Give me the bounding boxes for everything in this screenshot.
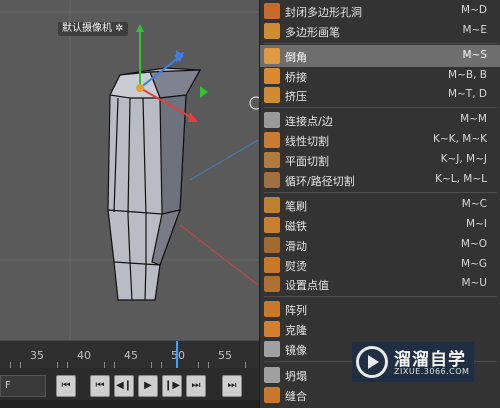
- camera-label[interactable]: 默认摄像机 ✲: [58, 22, 128, 36]
- menu-item-polygon-pen[interactable]: 多边形画笔 M~E: [260, 20, 500, 42]
- menu-item-shortcut: M~E: [462, 24, 488, 36]
- watermark-subtitle: ZIXUE.3066.COM: [394, 367, 470, 376]
- tick-label: 55: [218, 349, 232, 362]
- menu-item-set-point-value[interactable]: 设置点值 M~U: [260, 273, 500, 295]
- go-to-start-button[interactable]: ⏮: [56, 375, 76, 397]
- menu-separator: [264, 107, 497, 108]
- menu-item-magnet[interactable]: 磁铁 M~I: [260, 214, 500, 236]
- connect-icon: [264, 112, 280, 128]
- menu-item-extrude[interactable]: 挤压 M~T, D: [260, 84, 500, 106]
- next-key-button[interactable]: ⏭: [186, 375, 206, 397]
- menu-item-label: 倒角: [285, 51, 307, 64]
- plane-cut-icon: [264, 152, 280, 168]
- menu-item-shortcut: M~O: [460, 238, 487, 250]
- menu-item-label: 熨烫: [285, 260, 307, 273]
- status-bar: [0, 400, 262, 408]
- previous-frame-button[interactable]: ◀❙: [114, 375, 134, 397]
- helper-line-red: [179, 224, 259, 286]
- menu-item-shortcut: M~D: [461, 4, 487, 16]
- clone-icon: [264, 321, 280, 337]
- watermark: 溜溜自学 ZIXUE.3066.COM: [352, 342, 474, 382]
- polygon-pen-icon: [264, 23, 280, 39]
- menu-item-close-hole[interactable]: 封闭多边形孔洞 M~D: [260, 0, 500, 22]
- menu-separator: [264, 296, 497, 297]
- collapse-icon: [264, 367, 280, 383]
- menu-item-label: 循环/路径切割: [285, 175, 355, 188]
- menu-item-brush[interactable]: 笔刷 M~C: [260, 194, 500, 216]
- menu-item-shortcut: K~L, M~L: [435, 173, 487, 185]
- array-icon: [264, 301, 280, 317]
- menu-item-label: 阵列: [285, 304, 307, 317]
- menu-item-shortcut: K~K, M~K: [433, 133, 487, 145]
- polygon-model[interactable]: [107, 67, 202, 301]
- menu-item-label: 桥接: [285, 71, 307, 84]
- menu-item-array[interactable]: 阵列: [260, 298, 500, 320]
- menu-item-label: 线性切割: [285, 135, 329, 148]
- menu-item-loop-cut[interactable]: 循环/路径切割 K~L, M~L: [260, 169, 500, 191]
- slide-icon: [264, 237, 280, 253]
- mirror-icon: [264, 341, 280, 357]
- menu-item-bevel[interactable]: 倒角 M~S: [260, 45, 500, 67]
- menu-item-label: 挤压: [285, 90, 307, 103]
- menu-item-label: 多边形画笔: [285, 26, 340, 39]
- menu-item-shortcut: M~S: [462, 49, 487, 61]
- next-frame-button[interactable]: ❙▶: [162, 375, 182, 397]
- menu-item-shortcut: K~J, M~J: [440, 153, 487, 165]
- previous-key-button[interactable]: ⏮: [90, 375, 110, 397]
- menu-item-line-cut[interactable]: 线性切割 K~K, M~K: [260, 129, 500, 151]
- close-hole-icon: [264, 3, 280, 19]
- playhead[interactable]: [176, 341, 178, 369]
- menu-item-connect[interactable]: 连接点/边 M~M: [260, 109, 500, 131]
- menu-item-plane-cut[interactable]: 平面切割 K~J, M~J: [260, 149, 500, 171]
- helper-line-blue: [189, 139, 259, 181]
- menu-item-label: 缝合: [285, 390, 307, 403]
- menu-item-label: 镜像: [285, 344, 307, 357]
- menu-item-label: 设置点值: [285, 279, 329, 292]
- menu-separator: [264, 192, 497, 193]
- tick-label: 40: [77, 349, 91, 362]
- menu-item-label: 连接点/边: [285, 115, 333, 128]
- tick-label: 35: [30, 349, 44, 362]
- menu-item-label: 克隆: [285, 324, 307, 337]
- menu-item-shortcut: M~T, D: [447, 88, 487, 100]
- tick-label: 45: [124, 349, 138, 362]
- c4d-window: 默认摄像机 ✲ 35 40 45 50 55 F ⏮ ⏮ ◀❙ ▶ ❙▶ ⏭ ⏭: [0, 0, 500, 408]
- play-logo-icon: [356, 346, 388, 378]
- menu-item-shortcut: M~M: [460, 113, 487, 125]
- menu-item-shortcut: M~C: [461, 198, 487, 210]
- timeline-ruler[interactable]: 35 40 45 50 55: [0, 340, 262, 369]
- menu-item-shortcut: M~B, B: [448, 69, 487, 81]
- loop-cut-icon: [264, 172, 280, 188]
- menu-separator: [264, 43, 497, 44]
- magnet-icon: [264, 217, 280, 233]
- menu-item-shortcut: M~G: [461, 258, 487, 270]
- menu-item-label: 平面切割: [285, 155, 329, 168]
- tick-label: 50: [171, 349, 185, 362]
- menu-item-slide[interactable]: 滑动 M~O: [260, 234, 500, 256]
- menu-item-label: 滑动: [285, 240, 307, 253]
- menu-item-clone[interactable]: 克隆: [260, 318, 500, 340]
- menu-item-label: 磁铁: [285, 220, 307, 233]
- play-button[interactable]: ▶: [138, 375, 158, 397]
- knife-icon: [264, 132, 280, 148]
- bevel-icon: [264, 48, 280, 64]
- menu-item-label: 坍塌: [285, 370, 307, 383]
- go-to-end-button[interactable]: ⏭: [222, 375, 242, 397]
- bridge-icon: [264, 68, 280, 84]
- menu-item-label: 笔刷: [285, 200, 307, 213]
- menu-item-shortcut: M~I: [466, 218, 487, 230]
- brush-icon: [264, 197, 280, 213]
- menu-item-shortcut: M~U: [461, 277, 487, 289]
- stitch-icon: [264, 387, 280, 403]
- menu-item-stitch[interactable]: 缝合: [260, 384, 500, 406]
- extrude-icon: [264, 87, 280, 103]
- frame-field[interactable]: F: [0, 375, 46, 397]
- menu-item-label: 封闭多边形孔洞: [285, 6, 362, 19]
- iron-icon: [264, 257, 280, 273]
- xyz-icon: [264, 276, 280, 292]
